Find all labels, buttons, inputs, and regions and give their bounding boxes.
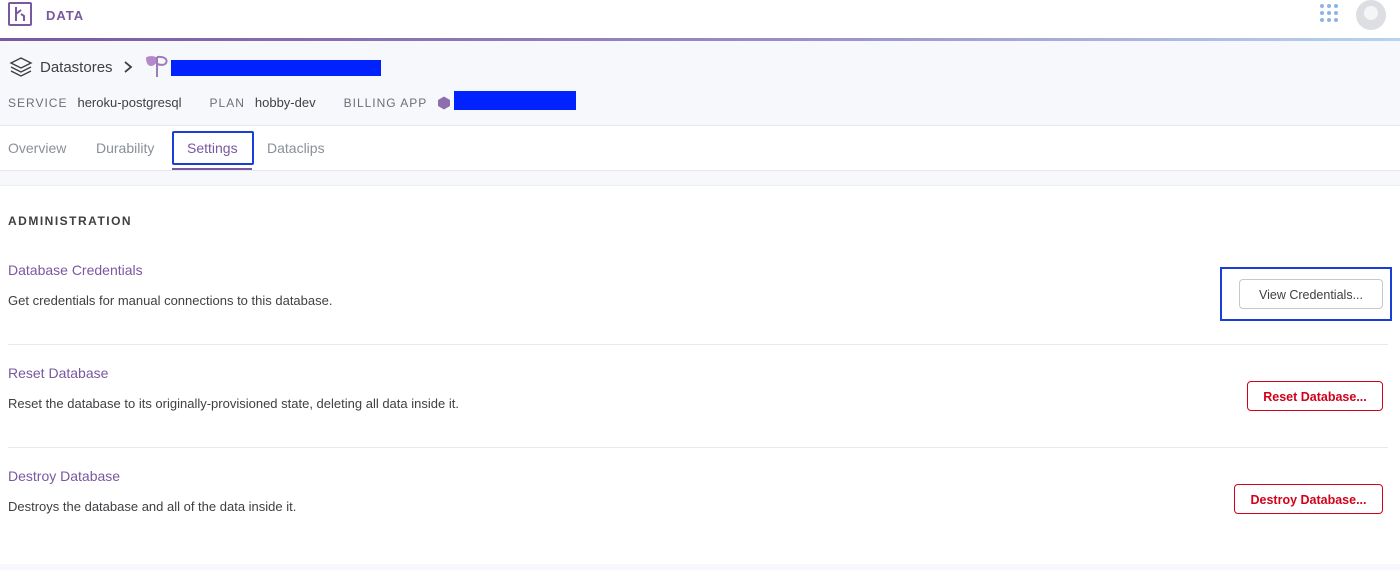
tab-dataclips[interactable]: Dataclips — [267, 126, 325, 170]
destroy-title: Destroy Database — [8, 468, 121, 484]
resource-header: Datastores SERVICE heroku-postgresql PLA… — [0, 41, 1400, 126]
datastores-stack-icon — [9, 57, 33, 77]
reset-title: Reset Database — [8, 365, 109, 381]
redacted-database-name — [171, 60, 381, 76]
breadcrumb-datastores-link[interactable]: Datastores — [40, 59, 113, 76]
reset-database-button[interactable]: Reset Database... — [1247, 381, 1383, 411]
credentials-title: Database Credentials — [8, 262, 143, 278]
plan-label: PLAN — [209, 95, 245, 110]
service-value: heroku-postgresql — [77, 95, 182, 110]
breadcrumb: Datastores — [8, 55, 171, 79]
app-hexagon-icon — [438, 96, 451, 109]
reset-description: Reset the database to its originally-pro… — [8, 396, 459, 411]
view-credentials-highlight — [1220, 267, 1392, 321]
resource-tabs: Overview Durability Settings Dataclips — [0, 126, 1400, 171]
app-brand-label[interactable]: DATA — [46, 8, 84, 23]
avatar-icon[interactable] — [1356, 0, 1386, 30]
footer-strip — [0, 564, 1400, 570]
service-label: SERVICE — [8, 95, 68, 110]
section-spacer — [0, 171, 1400, 186]
active-tab-indicator — [172, 168, 252, 170]
tab-overview[interactable]: Overview — [8, 126, 66, 170]
destroy-database-button[interactable]: Destroy Database... — [1234, 484, 1383, 514]
settings-panel: ADMINISTRATION Database Credentials Get … — [0, 186, 1400, 564]
tab-durability[interactable]: Durability — [96, 126, 154, 170]
billing-app-label: BILLING APP — [343, 95, 428, 110]
plan-value: hobby-dev — [254, 95, 316, 110]
chevron-right-icon — [123, 61, 132, 73]
heroku-logo-icon[interactable] — [8, 2, 32, 26]
redacted-billing-app[interactable] — [454, 91, 576, 110]
destroy-description: Destroys the database and all of the dat… — [8, 499, 297, 514]
resource-meta: SERVICE heroku-postgresql PLAN hobby-dev… — [8, 95, 453, 110]
row-divider — [8, 447, 1388, 448]
postgres-elephant-icon — [145, 55, 168, 77]
tab-settings-highlight — [172, 131, 254, 165]
apps-grid-icon[interactable] — [1320, 4, 1340, 24]
top-nav-bar: DATA — [0, 0, 1400, 38]
row-divider — [8, 344, 1388, 345]
administration-heading: ADMINISTRATION — [8, 214, 133, 228]
credentials-description: Get credentials for manual connections t… — [8, 293, 333, 308]
